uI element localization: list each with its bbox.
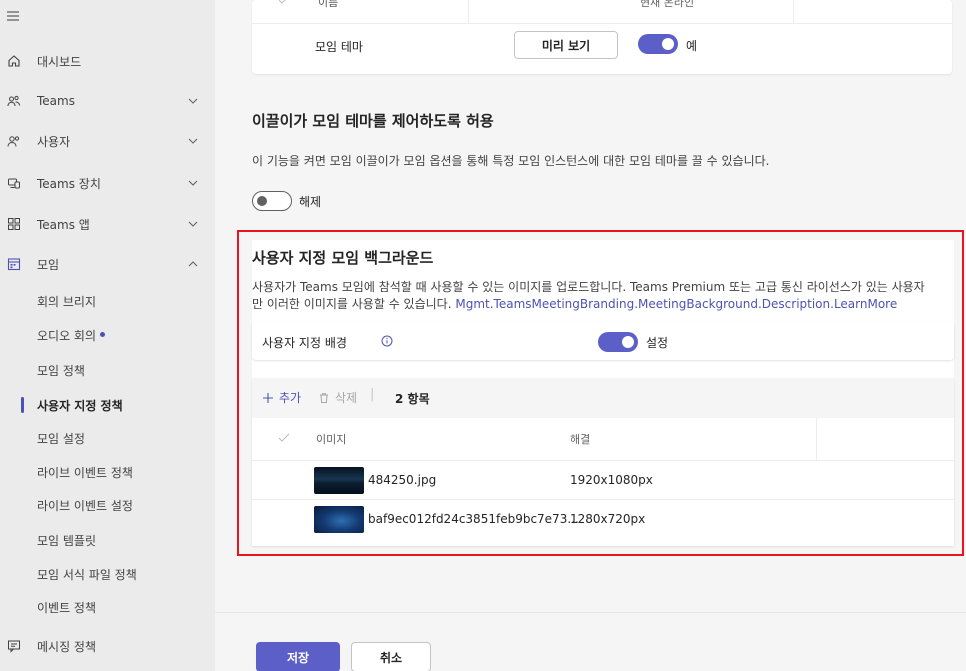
sidebar-item-customization-policies[interactable]: 사용자 지정 정책 [0, 388, 215, 422]
preview-button[interactable]: 미리 보기 [514, 31, 618, 59]
sidebar-item-meetings[interactable]: 모임 [0, 247, 215, 281]
sidebar-item-label: Teams 앱 [37, 217, 90, 232]
hamburger-menu-icon[interactable] [6, 9, 20, 23]
meeting-theme-label: 모임 테마 [315, 40, 363, 54]
check-icon [278, 0, 286, 4]
sidebar-item-teams[interactable]: Teams [0, 84, 215, 118]
sidebar-item-label: 모임 서식 파일 정책 [37, 567, 137, 582]
sidebar-item-label: Teams [37, 94, 75, 108]
column-divider [468, 0, 469, 23]
sidebar-item-audio-conferencing[interactable]: 오디오 회의 [0, 318, 215, 352]
chevron-down-icon [188, 180, 198, 186]
sidebar-item-users[interactable]: 사용자 [0, 124, 215, 158]
sidebar-item-label: 모임 템플릿 [37, 533, 97, 548]
sidebar-item-label: 이벤트 정책 [37, 600, 97, 615]
column-header-name: 이름 [318, 0, 339, 9]
sidebar-item-meeting-policies[interactable]: 모임 정책 [0, 353, 215, 387]
sidebar-item-label: 대시보드 [37, 54, 82, 69]
sidebar-item-label: 회의 브리지 [37, 294, 97, 309]
sidebar-item-live-events-policies[interactable]: 라이브 이벤트 정책 [0, 455, 215, 489]
chevron-down-icon [188, 138, 198, 144]
calendar-icon [6, 256, 22, 272]
sidebar-item-event-policies[interactable]: 이벤트 정책 [0, 590, 215, 624]
sidebar-item-conference-bridge[interactable]: 회의 브리지 [0, 284, 215, 318]
meeting-theme-table: 이름 현재 온라인 모임 테마 미리 보기 예 [252, 0, 952, 74]
sidebar-item-teams-apps[interactable]: Teams 앱 [0, 207, 215, 241]
sidebar-item-meeting-settings[interactable]: 모임 설정 [0, 421, 215, 455]
column-header-status: 현재 온라인 [640, 0, 695, 9]
organizer-control-title: 이끌이가 모임 테마를 제어하도록 허용 [252, 112, 494, 130]
meeting-theme-toggle-label: 예 [686, 39, 698, 53]
cancel-button[interactable]: 취소 [351, 642, 431, 671]
highlight-annotation-box [237, 230, 964, 556]
chevron-down-icon [188, 221, 198, 227]
sidebar-item-label: 모임 [37, 257, 60, 272]
chevron-up-icon [188, 261, 198, 267]
sidebar-item-teams-devices[interactable]: Teams 장치 [0, 166, 215, 200]
sidebar-item-label: Teams 장치 [37, 176, 101, 191]
organizer-control-toggle[interactable] [252, 191, 292, 211]
row-divider [252, 23, 952, 24]
sidebar-item-dashboard[interactable]: 대시보드 [0, 44, 215, 78]
sidebar-item-label: 라이브 이벤트 정책 [37, 465, 133, 480]
sidebar-item-messaging-policies[interactable]: 메시징 정책 [0, 629, 215, 663]
sidebar-item-label: 모임 정책 [37, 363, 85, 378]
sidebar-item-label: 사용자 [37, 134, 71, 149]
meeting-theme-toggle[interactable] [638, 34, 678, 54]
organizer-control-toggle-label: 해제 [299, 195, 322, 209]
chevron-down-icon [188, 98, 198, 104]
home-icon [6, 53, 22, 69]
sidebar-item-meeting-templates[interactable]: 모임 템플릿 [0, 523, 215, 557]
sidebar-item-template-policies[interactable]: 모임 서식 파일 정책 [0, 557, 215, 591]
save-button[interactable]: 저장 [256, 642, 340, 671]
sidebar-item-label: 모임 설정 [37, 431, 85, 446]
notification-dot-icon [100, 331, 106, 337]
teams-icon [6, 93, 22, 109]
active-indicator [21, 397, 24, 413]
chat-icon [6, 638, 22, 654]
sidebar-item-label-text: 오디오 회의 [37, 328, 97, 343]
column-divider [793, 0, 794, 23]
sidebar-item-live-events-settings[interactable]: 라이브 이벤트 설정 [0, 488, 215, 522]
apps-icon [6, 216, 22, 232]
sidebar-item-label: 메시징 정책 [37, 639, 97, 654]
sidebar-item-label: 오디오 회의 [37, 327, 106, 344]
devices-icon [6, 175, 22, 191]
users-icon [6, 133, 22, 149]
footer-actions: 저장 취소 [215, 612, 966, 671]
sidebar-nav: 대시보드 Teams 사용자 Teams 장치 Teams 앱 모임 회의 브리… [0, 0, 215, 671]
sidebar-item-label: 라이브 이벤트 설정 [37, 498, 133, 513]
organizer-control-description: 이 기능을 켜면 모임 이끌이가 모임 옵션을 통해 특정 모임 인스턴스에 대… [252, 154, 770, 168]
sidebar-item-label: 사용자 지정 정책 [37, 398, 123, 413]
